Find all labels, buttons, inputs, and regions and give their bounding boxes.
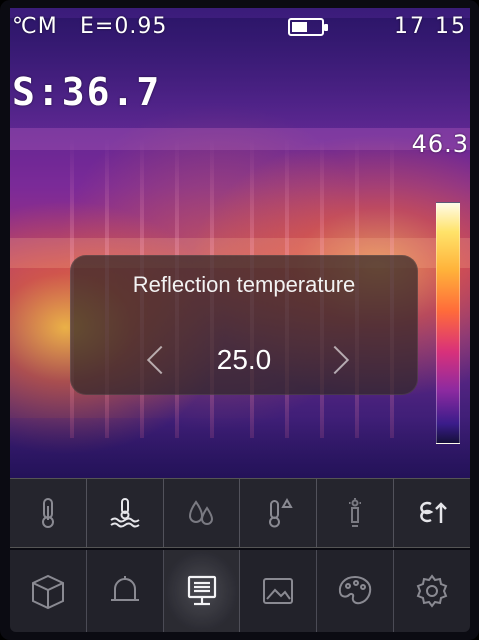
menu-item-palette[interactable] (317, 550, 395, 632)
menu-item-gallery[interactable] (240, 550, 318, 632)
tool-distance[interactable] (317, 479, 395, 547)
tool-emissivity[interactable] (394, 479, 470, 547)
reflection-temperature-value[interactable]: 25.0 (71, 344, 417, 376)
reflection-temperature-dialog: Reflection temperature 25.0 (70, 255, 418, 395)
menu-item-display[interactable] (163, 550, 241, 632)
parameter-toolbar (10, 478, 470, 548)
emissivity-icon (420, 501, 447, 523)
humidity-icon (188, 500, 213, 525)
menu-item-settings[interactable] (394, 550, 470, 632)
max-temperature: 46.3 (411, 130, 469, 158)
menu-item-box[interactable] (10, 550, 87, 632)
dialog-title: Reflection temperature (132, 272, 356, 297)
thermometer-icon (41, 498, 54, 528)
emissivity-readout: E=0.95 (80, 14, 168, 39)
menu-item-alarm[interactable] (87, 550, 164, 632)
tool-thermometer[interactable] (10, 479, 87, 547)
color-scale-bar (436, 202, 460, 444)
bell-icon (110, 576, 139, 601)
temperature-offset-icon (269, 497, 294, 528)
palette-icon (339, 575, 372, 605)
reflection-temperature-icon (110, 498, 140, 528)
settings-icon (416, 574, 448, 608)
tool-temperature-offset[interactable] (240, 479, 318, 547)
thermal-camera-screen: ℃M E=0.95 17 15 S:36.7 46.3 Reflection t… (0, 0, 479, 640)
clock: 17 15 (394, 14, 467, 39)
box-icon (31, 574, 64, 610)
spot-temperature: S:36.7 (12, 70, 162, 114)
image-icon (263, 578, 294, 604)
main-menu-bar (10, 550, 470, 632)
tool-reflection-temperature[interactable] (87, 479, 164, 547)
tool-humidity[interactable] (164, 479, 241, 547)
distance-icon (349, 498, 362, 527)
display-icon (187, 575, 216, 606)
battery-icon (288, 18, 328, 36)
temperature-unit: ℃M (12, 14, 58, 39)
